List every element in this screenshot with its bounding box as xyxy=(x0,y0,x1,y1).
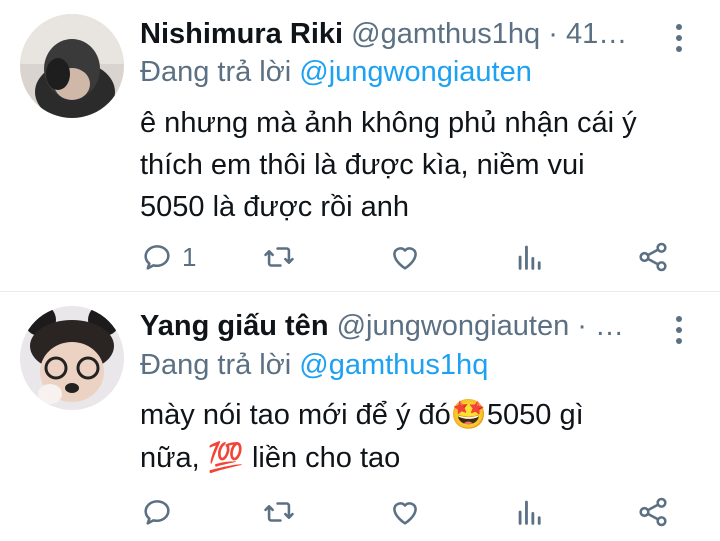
more-icon[interactable] xyxy=(676,316,682,349)
share-button[interactable] xyxy=(636,237,670,277)
user-handle[interactable]: @jungwongiauten · … xyxy=(337,310,624,342)
tweet-text-line: thích em thôi là được kìa, niềm vui xyxy=(140,149,585,181)
mention-link[interactable]: @gamthus1hq xyxy=(299,349,488,381)
action-bar: 1 xyxy=(140,237,700,277)
hundred-points-emoji-icon: 💯 xyxy=(207,440,244,474)
share-icon xyxy=(639,242,667,272)
share-icon xyxy=(639,497,667,527)
display-name[interactable]: Nishimura Riki xyxy=(140,18,343,50)
mention-link[interactable]: @jungwongiauten xyxy=(299,56,532,88)
reply-count: 1 xyxy=(182,241,197,272)
star-struck-emoji-icon: 🤩 xyxy=(450,397,487,431)
user-handle[interactable]: @gamthus1hq · 41… xyxy=(351,18,627,50)
tweet-text-segment: nữa, xyxy=(140,442,208,474)
like-icon xyxy=(393,247,417,270)
reply-button[interactable]: 1 xyxy=(140,237,196,277)
retweet-icon xyxy=(264,247,294,267)
reply-icon xyxy=(144,245,170,270)
tweet[interactable]: Yang giấu tên @jungwongiauten · … Đang t… xyxy=(0,292,720,541)
analytics-button[interactable] xyxy=(513,492,547,532)
more-icon[interactable] xyxy=(676,24,682,57)
tweet-header: Nishimura Riki @gamthus1hq · 41… xyxy=(140,16,660,52)
analytics-icon xyxy=(518,245,541,270)
analytics-button[interactable] xyxy=(513,237,547,277)
replying-to-label: Đang trả lời xyxy=(140,56,292,88)
tweet-text-line: 5050 là được rồi anh xyxy=(140,191,409,223)
avatar[interactable] xyxy=(20,14,124,118)
action-bar xyxy=(140,492,700,532)
retweet-icon xyxy=(264,502,294,522)
replying-to: Đang trả lời @gamthus1hq xyxy=(140,347,488,383)
display-name[interactable]: Yang giấu tên xyxy=(140,310,329,342)
retweet-button[interactable] xyxy=(262,237,296,277)
tweet-text-line: nữa, 💯 liền cho tao xyxy=(140,436,680,479)
tweet[interactable]: Nishimura Riki @gamthus1hq · 41… Đang tr… xyxy=(0,0,720,292)
tweet-text-segment: mày nói tao mới để ý đó xyxy=(140,399,451,431)
replying-to-label: Đang trả lời xyxy=(140,349,292,381)
analytics-icon xyxy=(518,500,541,525)
reply-icon xyxy=(144,500,170,525)
tweet-text: ê nhưng mà ảnh không phủ nhận cái ý thíc… xyxy=(140,102,680,228)
tweet-text: mày nói tao mới để ý đó🤩5050 gì nữa, 💯 l… xyxy=(140,393,680,479)
tweet-text-line: ê nhưng mà ảnh không phủ nhận cái ý xyxy=(140,107,637,139)
tweet-header: Yang giấu tên @jungwongiauten · … xyxy=(140,308,660,344)
replying-to: Đang trả lời @jungwongiauten xyxy=(140,54,532,90)
share-button[interactable] xyxy=(636,492,670,532)
like-icon xyxy=(393,502,417,525)
reply-button[interactable] xyxy=(140,492,182,532)
tweet-text-segment: 5050 gì xyxy=(486,399,584,431)
tweet-text-line: mày nói tao mới để ý đó🤩5050 gì xyxy=(140,393,680,436)
like-button[interactable] xyxy=(388,237,422,277)
like-button[interactable] xyxy=(388,492,422,532)
retweet-button[interactable] xyxy=(262,492,296,532)
tweet-text-segment: liền cho tao xyxy=(243,442,401,474)
avatar[interactable] xyxy=(20,306,124,410)
